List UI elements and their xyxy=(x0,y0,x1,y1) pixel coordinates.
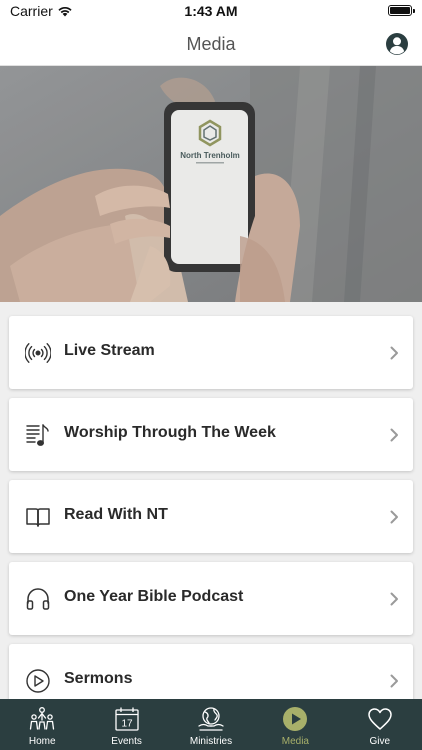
playlist-music-icon xyxy=(26,424,49,446)
chevron-right-icon xyxy=(390,346,398,360)
hero-illustration: North Trenholm xyxy=(0,66,422,302)
headphones-icon xyxy=(26,588,50,610)
menu-item-label: Read With NT xyxy=(64,506,168,523)
broadcast-icon xyxy=(25,343,51,363)
tab-give[interactable]: Give xyxy=(338,699,422,750)
chevron-right-icon xyxy=(390,674,398,688)
menu-item-worship-through-the-week[interactable]: Worship Through The Week xyxy=(9,398,413,471)
heart-icon xyxy=(368,708,392,730)
chevron-right-icon xyxy=(390,428,398,442)
status-time: 1:43 AM xyxy=(184,3,238,19)
tab-label: Home xyxy=(28,736,56,747)
tab-media[interactable]: Media xyxy=(253,699,337,750)
media-menu-list: Live Stream Worship Through The Week Rea… xyxy=(0,302,422,699)
play-circle-icon xyxy=(26,669,50,693)
chevron-right-icon xyxy=(390,592,398,606)
menu-item-label: Worship Through The Week xyxy=(64,424,276,441)
tab-bar: Home 17 Events Ministries Media Give xyxy=(0,699,422,750)
globe-hands-icon xyxy=(198,707,224,731)
tab-ministries[interactable]: Ministries xyxy=(169,699,253,750)
battery-icon xyxy=(388,5,415,16)
nav-bar: Media xyxy=(0,22,422,66)
tab-label: Ministries xyxy=(189,736,233,747)
tab-label: Events xyxy=(111,736,142,747)
open-book-icon xyxy=(26,508,50,527)
status-bar: Carrier 1:43 AM xyxy=(0,0,422,22)
calendar-icon: 17 xyxy=(114,707,139,731)
tab-events[interactable]: 17 Events xyxy=(84,699,168,750)
menu-item-one-year-bible-podcast[interactable]: One Year Bible Podcast xyxy=(9,562,413,635)
people-icon xyxy=(30,707,55,730)
tab-label: Give xyxy=(369,736,391,747)
chevron-right-icon xyxy=(390,510,398,524)
menu-item-live-stream[interactable]: Live Stream xyxy=(9,316,413,389)
menu-item-label: One Year Bible Podcast xyxy=(64,588,244,605)
tab-home[interactable]: Home xyxy=(0,699,84,750)
calendar-day: 17 xyxy=(121,719,133,730)
page-title: Media xyxy=(186,34,236,54)
play-icon xyxy=(283,707,308,731)
menu-item-read-with-nt[interactable]: Read With NT xyxy=(9,480,413,553)
profile-icon[interactable] xyxy=(385,32,409,56)
menu-item-label: Sermons xyxy=(64,670,133,687)
menu-item-sermons[interactable]: Sermons xyxy=(9,644,413,699)
tab-label: Media xyxy=(281,736,309,747)
hero-image: North Trenholm xyxy=(0,66,422,302)
menu-item-label: Live Stream xyxy=(64,342,155,359)
